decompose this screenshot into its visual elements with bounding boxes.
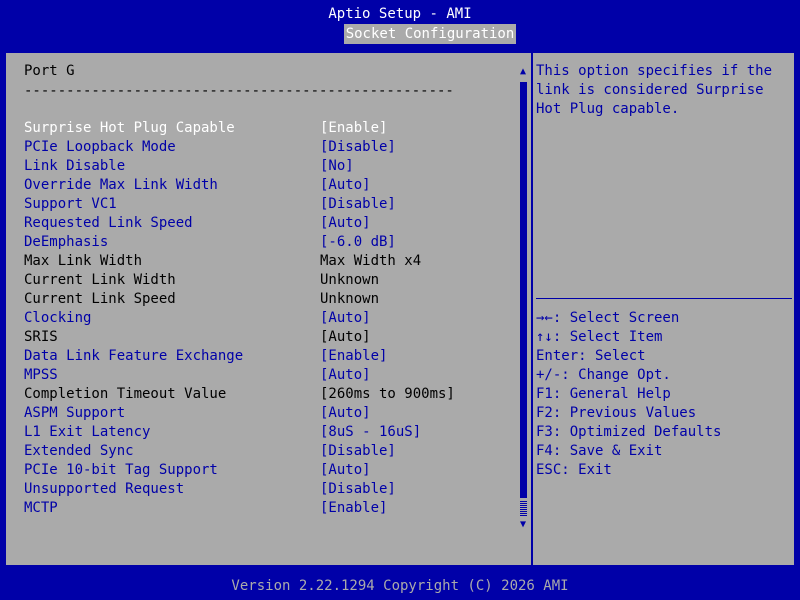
info-label-current-link-speed: Current Link Speed xyxy=(24,291,176,307)
setting-value-l1-exit-latency[interactable]: [8uS - 16uS] xyxy=(320,423,421,442)
scrollbar-thumb[interactable] xyxy=(520,82,527,498)
setting-label-deemphasis[interactable]: DeEmphasis xyxy=(24,233,108,252)
key-hint-optimized-defaults: F3: Optimized Defaults xyxy=(536,424,722,440)
setting-label-unsupported-request[interactable]: Unsupported Request xyxy=(24,480,184,499)
section-title: Port G xyxy=(24,63,75,79)
setting-value-pcie-loopback-mode[interactable]: [Disable] xyxy=(320,138,396,157)
scroll-up-arrow-icon[interactable]: ▲ xyxy=(517,65,529,79)
setting-label-aspm-support[interactable]: ASPM Support xyxy=(24,404,125,423)
key-hint-previous-values: F2: Previous Values xyxy=(536,405,697,421)
header-bar: Aptio Setup - AMI Socket Configuration xyxy=(0,0,800,46)
setting-label-data-link-feature-exchange[interactable]: Data Link Feature Exchange xyxy=(24,347,243,366)
panel-divider xyxy=(531,52,533,566)
app-title: Aptio Setup - AMI xyxy=(328,6,472,22)
setting-value-sris: [Auto] xyxy=(320,329,371,345)
setting-value-requested-link-speed[interactable]: [Auto] xyxy=(320,214,371,233)
scroll-down-arrow-icon[interactable]: ▼ xyxy=(517,518,529,532)
key-hint-select-item: ↑↓: Select Item xyxy=(536,329,663,345)
setting-value-override-max-link-width[interactable]: [Auto] xyxy=(320,176,371,195)
info-label-max-link-width: Max Link Width xyxy=(24,253,143,269)
setting-label-l1-exit-latency[interactable]: L1 Exit Latency xyxy=(24,423,150,442)
key-hint-select-screen: →←: Select Screen xyxy=(536,310,680,326)
setting-value-mpss[interactable]: [Auto] xyxy=(320,366,371,385)
help-text: This option specifies if the link is con… xyxy=(536,63,773,117)
key-hint-enter-select: Enter: Select xyxy=(536,348,646,364)
setting-value-deemphasis[interactable]: [-6.0 dB] xyxy=(320,233,396,252)
info-value-current-link-speed: Unknown xyxy=(320,291,380,307)
info-value-max-link-width: Max Width x4 xyxy=(320,253,422,269)
setting-value-clocking[interactable]: [Auto] xyxy=(320,309,371,328)
setting-value-support-vc1[interactable]: [Disable] xyxy=(320,195,396,214)
key-hint-change-opt: +/-: Change Opt. xyxy=(536,367,671,383)
setting-label-pcie-10bit-tag-support[interactable]: PCIe 10-bit Tag Support xyxy=(24,461,218,480)
setting-value-completion-timeout: [260ms to 900ms] xyxy=(320,386,455,402)
info-value-current-link-width: Unknown xyxy=(320,272,380,288)
tab-socket-configuration[interactable]: Socket Configuration xyxy=(344,24,516,44)
setting-label-override-max-link-width[interactable]: Override Max Link Width xyxy=(24,176,218,195)
setting-label-extended-sync[interactable]: Extended Sync xyxy=(24,442,134,461)
setting-label-surprise-hot-plug[interactable]: Surprise Hot Plug Capable xyxy=(24,119,235,138)
setting-value-aspm-support[interactable]: [Auto] xyxy=(320,404,371,423)
setting-label-sris: SRIS xyxy=(24,329,58,345)
setting-label-requested-link-speed[interactable]: Requested Link Speed xyxy=(24,214,193,233)
key-hint-general-help: F1: General Help xyxy=(536,386,671,402)
setting-label-pcie-loopback-mode[interactable]: PCIe Loopback Mode xyxy=(24,138,176,157)
setting-value-surprise-hot-plug[interactable]: [Enable] xyxy=(320,119,387,138)
info-label-current-link-width: Current Link Width xyxy=(24,272,176,288)
help-separator xyxy=(536,298,792,299)
version-text: Version 2.22.1294 Copyright (C) 2026 AMI xyxy=(231,578,569,594)
setting-label-clocking[interactable]: Clocking xyxy=(24,309,91,328)
setting-value-data-link-feature-exchange[interactable]: [Enable] xyxy=(320,347,387,366)
setting-label-link-disable[interactable]: Link Disable xyxy=(24,157,125,176)
setting-label-completion-timeout: Completion Timeout Value xyxy=(24,386,227,402)
setting-value-mctp[interactable]: [Enable] xyxy=(320,499,387,518)
setting-value-link-disable[interactable]: [No] xyxy=(320,157,354,176)
setting-value-unsupported-request[interactable]: [Disable] xyxy=(320,480,396,499)
setting-label-support-vc1[interactable]: Support VC1 xyxy=(24,195,117,214)
setting-value-extended-sync[interactable]: [Disable] xyxy=(320,442,396,461)
setting-label-mctp[interactable]: MCTP xyxy=(24,499,58,518)
key-hint-save-exit: F4: Save & Exit xyxy=(536,443,663,459)
setting-label-mpss[interactable]: MPSS xyxy=(24,366,58,385)
setting-value-pcie-10bit-tag-support[interactable]: [Auto] xyxy=(320,461,371,480)
scrollbar-track[interactable] xyxy=(520,500,527,516)
key-hint-exit: ESC: Exit xyxy=(536,462,612,478)
section-separator: ----------------------------------------… xyxy=(24,83,454,99)
